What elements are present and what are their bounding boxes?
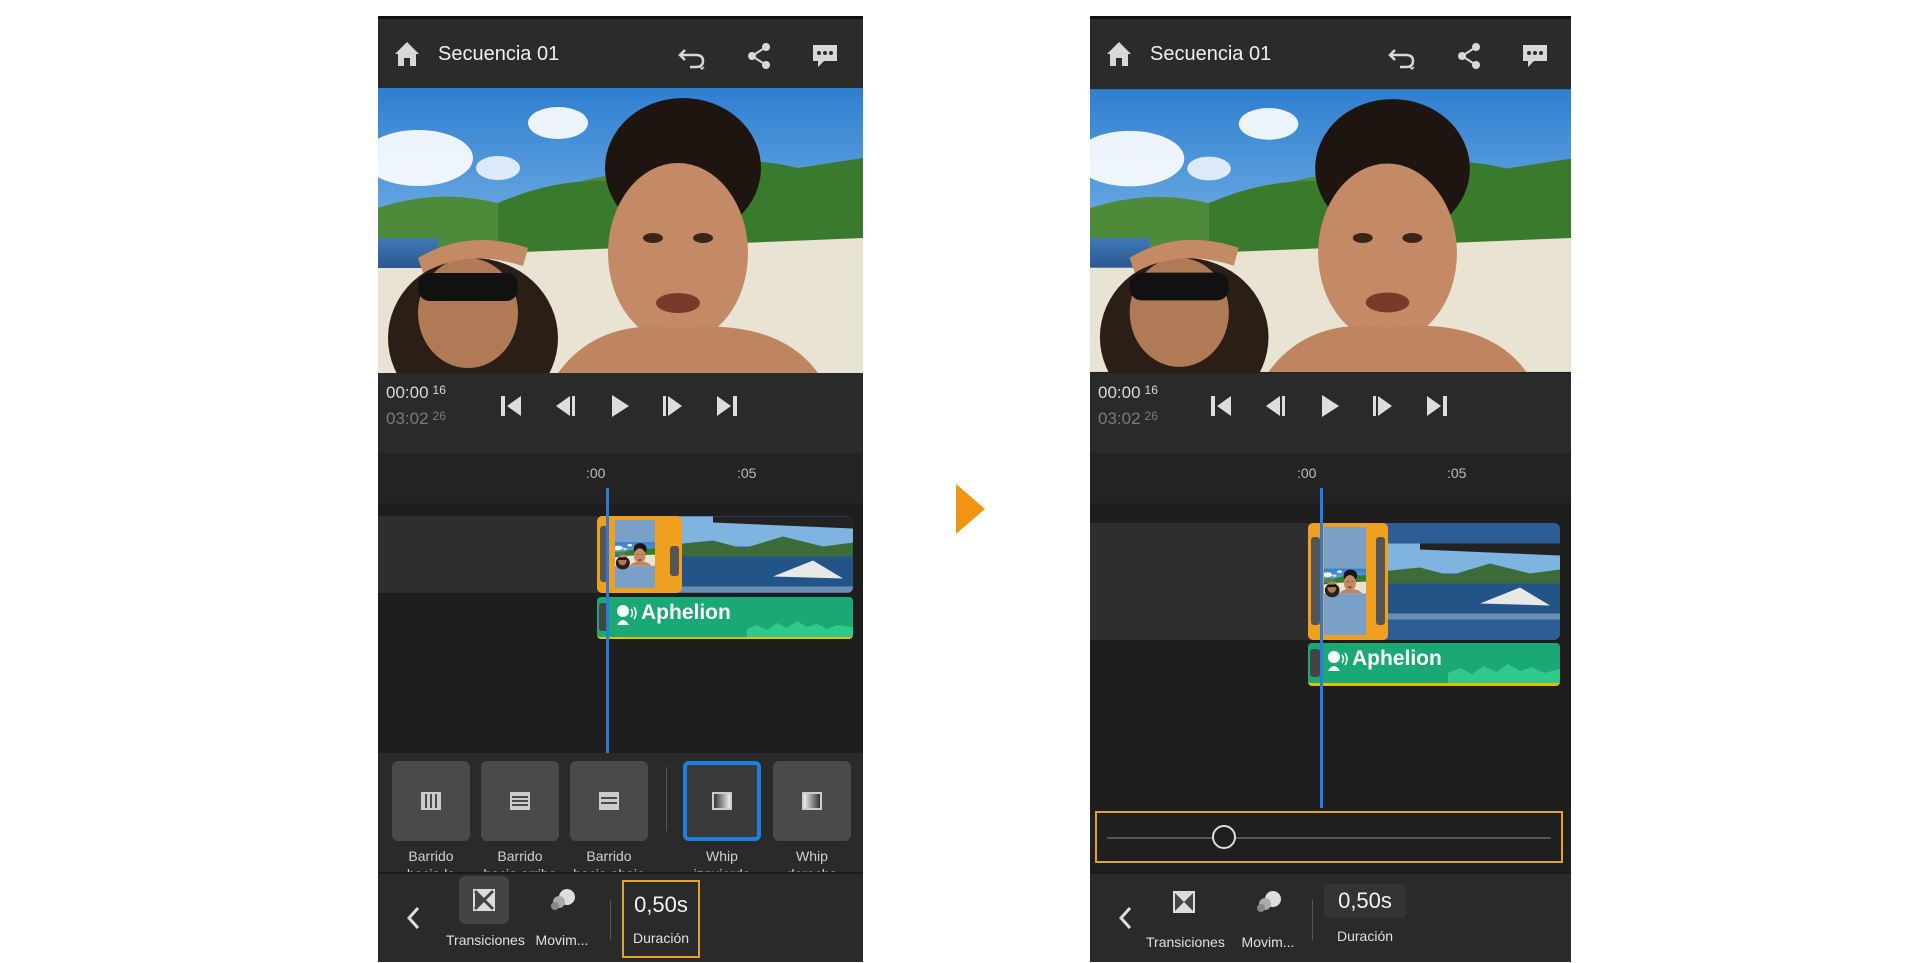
whip-right-icon: [802, 792, 822, 810]
duration-control[interactable]: 0,50s Duración: [1324, 884, 1406, 944]
ruler-tick: :05: [1447, 465, 1467, 481]
motion-icon: [1257, 891, 1281, 912]
transport-controls: 00:00 16 03:02 26: [1090, 373, 1571, 453]
step-back-icon[interactable]: [1260, 391, 1290, 421]
audio-transition-marker[interactable]: [1310, 649, 1320, 677]
transport-controls: 00:00 16 03:02 26: [378, 373, 863, 453]
trim-handle-left[interactable]: [1311, 537, 1320, 625]
preset-whip-izquierda[interactable]: Whipizquierda: [683, 761, 761, 883]
toolbar-divider: [1312, 900, 1313, 940]
share-icon[interactable]: [744, 41, 774, 71]
comment-icon[interactable]: [810, 41, 840, 71]
timeline-tracks[interactable]: Aphelion: [1090, 503, 1571, 811]
preset-thumbnail: [570, 761, 648, 841]
motion-icon: [551, 889, 575, 910]
current-timecode: 00:00 16: [386, 383, 446, 402]
skip-end-icon[interactable]: [1422, 391, 1452, 421]
wipe-up-icon: [510, 792, 530, 810]
play-icon[interactable]: [604, 391, 634, 421]
undo-icon[interactable]: [676, 41, 706, 71]
ruler-tick: :05: [737, 465, 757, 481]
sequence-title: Secuencia 01: [1150, 43, 1272, 65]
preset-barrido-hacia-arriba[interactable]: Barridohacia arriba: [481, 761, 559, 883]
timeline-tracks[interactable]: Aphelion: [378, 503, 863, 753]
toolbar-divider: [610, 900, 611, 940]
total-timecode: 03:02 26: [1098, 409, 1158, 428]
transitions-icon: [473, 889, 495, 911]
bottom-toolbar: Transiciones Movim... 0,50s Duración: [378, 872, 863, 962]
sequence-title: Secuencia 01: [438, 43, 560, 65]
duration-slider-track[interactable]: [1107, 837, 1551, 839]
duration-slider-panel: [1095, 811, 1563, 863]
whip-left-icon: [712, 792, 732, 810]
speaker-icon: [1328, 651, 1348, 671]
duration-value: 0,50s: [634, 892, 688, 917]
video-track-empty: [1090, 523, 1310, 640]
preset-divider: [666, 767, 667, 831]
video-preview[interactable]: [378, 88, 863, 373]
comment-icon[interactable]: [1520, 41, 1550, 71]
video-preview[interactable]: [1090, 88, 1571, 373]
current-timecode: 00:00 16: [1098, 383, 1158, 402]
speaker-icon: [617, 605, 637, 625]
preset-thumbnail: [773, 761, 851, 841]
preset-thumbnail: [683, 761, 761, 841]
undo-icon[interactable]: [1386, 41, 1416, 71]
step-forward-icon[interactable]: [658, 391, 688, 421]
preset-whip-derecha[interactable]: Whipderecha: [773, 761, 851, 883]
total-timecode: 03:02 26: [386, 409, 446, 428]
playhead[interactable]: [606, 488, 609, 753]
skip-start-icon[interactable]: [1206, 391, 1236, 421]
duration-control[interactable]: 0,50s Duración: [622, 880, 700, 958]
header-bar: Secuencia 01: [1090, 16, 1571, 91]
preset-barrido-hacia-abajo[interactable]: Barridohacia abajo: [570, 761, 648, 883]
playhead[interactable]: [1320, 488, 1323, 808]
trim-handle-right[interactable]: [670, 546, 679, 576]
chevron-left-icon[interactable]: [404, 904, 422, 932]
audio-clip[interactable]: Aphelion: [1308, 643, 1560, 686]
trim-handle-right[interactable]: [1376, 537, 1385, 625]
app-screen-after: Secuencia 01 00:00 16 03:02 26 :00 :05 A…: [1090, 16, 1571, 962]
duration-slider-knob[interactable]: [1212, 825, 1236, 849]
app-screen-before: Secuencia 01 00:00 16 03:02 26 :00 :05 A…: [378, 16, 863, 962]
step-back-icon[interactable]: [550, 391, 580, 421]
video-track-empty: [378, 516, 598, 593]
chevron-left-icon[interactable]: [1116, 904, 1134, 932]
next-step-arrow: [956, 484, 985, 534]
transitions-tool[interactable]: Transiciones: [446, 876, 525, 948]
share-icon[interactable]: [1454, 41, 1484, 71]
skip-start-icon[interactable]: [496, 391, 526, 421]
duration-label: Duración: [632, 930, 690, 946]
play-icon[interactable]: [1314, 391, 1344, 421]
home-icon[interactable]: [1104, 39, 1134, 69]
preset-thumbnail: [481, 761, 559, 841]
audio-clip[interactable]: Aphelion: [597, 597, 853, 639]
transitions-tool[interactable]: Transiciones: [1146, 878, 1225, 950]
duration-label: Duración: [1336, 928, 1394, 944]
motion-tool[interactable]: Movim...: [1230, 878, 1306, 950]
header-bar: Secuencia 01: [378, 16, 863, 91]
home-icon[interactable]: [392, 39, 422, 69]
preset-barrido-hacia-la[interactable]: Barridohacia la: [392, 761, 470, 883]
timeline-ruler[interactable]: :00 :05: [378, 453, 863, 503]
skip-end-icon[interactable]: [712, 391, 742, 421]
transitions-icon: [1173, 891, 1195, 913]
wipe-down-icon: [599, 792, 619, 810]
step-forward-icon[interactable]: [1368, 391, 1398, 421]
transition-marker[interactable]: [597, 516, 682, 593]
bottom-toolbar: Transiciones Movim... 0,50s Duración: [1090, 872, 1571, 962]
transition-presets: Barridohacia la Barridohacia arriba Barr…: [378, 753, 863, 883]
duration-value: 0,50s: [1324, 884, 1406, 918]
wipe-vertical-icon: [421, 792, 441, 810]
ruler-tick: :00: [586, 465, 606, 481]
preset-thumbnail: [392, 761, 470, 841]
audio-clip-label: Aphelion: [641, 601, 731, 624]
audio-clip-label: Aphelion: [1352, 647, 1442, 670]
timeline-ruler[interactable]: :00 :05: [1090, 453, 1571, 503]
ruler-tick: :00: [1297, 465, 1317, 481]
motion-tool[interactable]: Movim...: [524, 876, 600, 948]
